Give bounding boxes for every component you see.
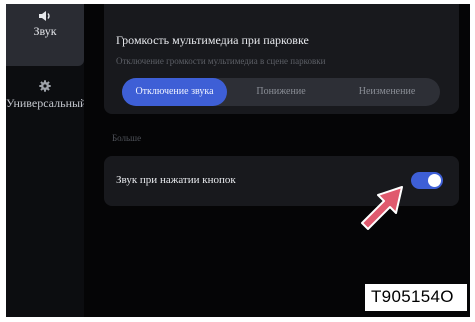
- speaker-icon: [39, 11, 50, 21]
- option-lower[interactable]: Понижение: [228, 78, 334, 106]
- media-volume-title: Громкость мультимедиа при парковке: [116, 33, 309, 47]
- figure-code-label: T905154O: [365, 284, 467, 311]
- key-sound-label: Звук при нажатии кнопок: [116, 174, 236, 186]
- media-volume-subtitle: Отключение громкости мультимедиа в сцене…: [116, 56, 326, 66]
- option-unchanged[interactable]: Неизменение: [334, 78, 440, 106]
- media-volume-card: Громкость мультимедиа при парковке Отклю…: [104, 4, 459, 114]
- sidebar-item-label: Универсальный: [6, 96, 87, 110]
- option-mute[interactable]: Отключение звука: [122, 78, 227, 106]
- section-label-more: Больше: [112, 133, 142, 143]
- figure-code-text: T905154O: [371, 287, 454, 306]
- sidebar-item-sound[interactable]: Звук: [6, 4, 84, 66]
- infotainment-screen: Звук Универсальный Громкость мультимедиа…: [6, 4, 470, 317]
- media-volume-segmented-control: Отключение звука Понижение Неизменение: [122, 78, 440, 106]
- settings-panel: Громкость мультимедиа при парковке Отклю…: [84, 4, 470, 317]
- sidebar-item-universal[interactable]: Универсальный: [6, 74, 87, 114]
- toggle-knob: [428, 174, 441, 187]
- gear-icon: [39, 80, 51, 92]
- sidebar: Звук Универсальный: [6, 4, 87, 317]
- key-sound-toggle[interactable]: [411, 172, 443, 189]
- pointer-arrow-icon: [361, 186, 403, 230]
- sidebar-item-label: Звук: [33, 24, 57, 38]
